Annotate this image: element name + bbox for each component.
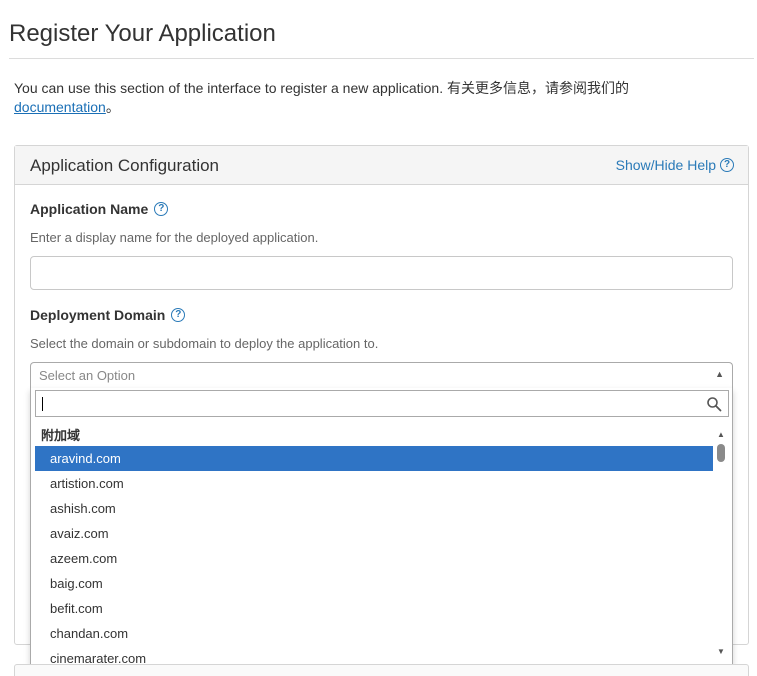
- dropdown-group-label: 附加域: [41, 428, 81, 443]
- dropdown-scrollbar[interactable]: ▲ ▼: [716, 430, 726, 656]
- dropdown-option[interactable]: avaiz.com: [35, 521, 713, 546]
- intro-body: You can use this section of the interfac…: [14, 80, 629, 96]
- dropdown-option[interactable]: befit.com: [35, 596, 713, 621]
- scroll-down-arrow-icon[interactable]: ▼: [717, 647, 725, 656]
- dropdown-search-box[interactable]: [35, 390, 729, 417]
- application-name-label: Application Name ?: [30, 201, 169, 217]
- application-name-help-icon[interactable]: ?: [154, 202, 169, 216]
- show-hide-help-link[interactable]: Show/Hide Help ?: [616, 157, 734, 173]
- dropdown-option[interactable]: artistion.com: [35, 471, 713, 496]
- domain-dropdown: 附加域 aravind.com artistion.com ashish.com…: [30, 388, 733, 665]
- dropdown-option[interactable]: azeem.com: [35, 546, 713, 571]
- search-icon: [707, 397, 722, 412]
- dropdown-option[interactable]: cinemarater.com: [35, 646, 713, 664]
- dropdown-option[interactable]: ashish.com: [35, 496, 713, 521]
- dropdown-option[interactable]: aravind.com: [35, 446, 713, 471]
- caret-up-icon: ▲: [715, 369, 724, 379]
- intro-end: 。: [105, 99, 120, 115]
- documentation-link[interactable]: documentation: [14, 99, 106, 115]
- panel-title: Application Configuration: [30, 156, 220, 175]
- text-cursor: [42, 397, 43, 411]
- dropdown-options: aravind.com artistion.com ashish.com ava…: [35, 446, 713, 664]
- deployment-domain-label: Deployment Domain ?: [30, 307, 186, 323]
- help-question-icon: ?: [720, 158, 734, 172]
- intro-text: You can use this section of the interfac…: [14, 79, 734, 117]
- title-divider: [9, 58, 754, 59]
- scrollbar-thumb[interactable]: [717, 444, 725, 462]
- select-placeholder: Select an Option: [39, 368, 136, 383]
- deployment-domain-help: Select the domain or subdomain to deploy…: [30, 336, 379, 351]
- help-toggle-label: Show/Hide Help: [615, 157, 716, 173]
- application-name-input[interactable]: [30, 256, 733, 290]
- dropdown-option[interactable]: baig.com: [35, 571, 713, 596]
- dropdown-search-input[interactable]: [40, 393, 700, 414]
- deployment-domain-help-icon[interactable]: ?: [171, 308, 186, 322]
- deployment-domain-select[interactable]: Select an Option ▲: [30, 362, 733, 389]
- dropdown-option[interactable]: chandan.com: [35, 621, 713, 646]
- deployment-domain-label-text: Deployment Domain: [30, 307, 166, 323]
- scroll-up-arrow-icon[interactable]: ▲: [717, 430, 725, 439]
- panel-header: Application Configuration Show/Hide Help…: [15, 146, 748, 185]
- next-panel-edge: [14, 664, 749, 676]
- application-name-help: Enter a display name for the deployed ap…: [30, 230, 319, 245]
- application-name-label-text: Application Name: [30, 201, 149, 217]
- page-title: Register Your Application: [9, 20, 276, 47]
